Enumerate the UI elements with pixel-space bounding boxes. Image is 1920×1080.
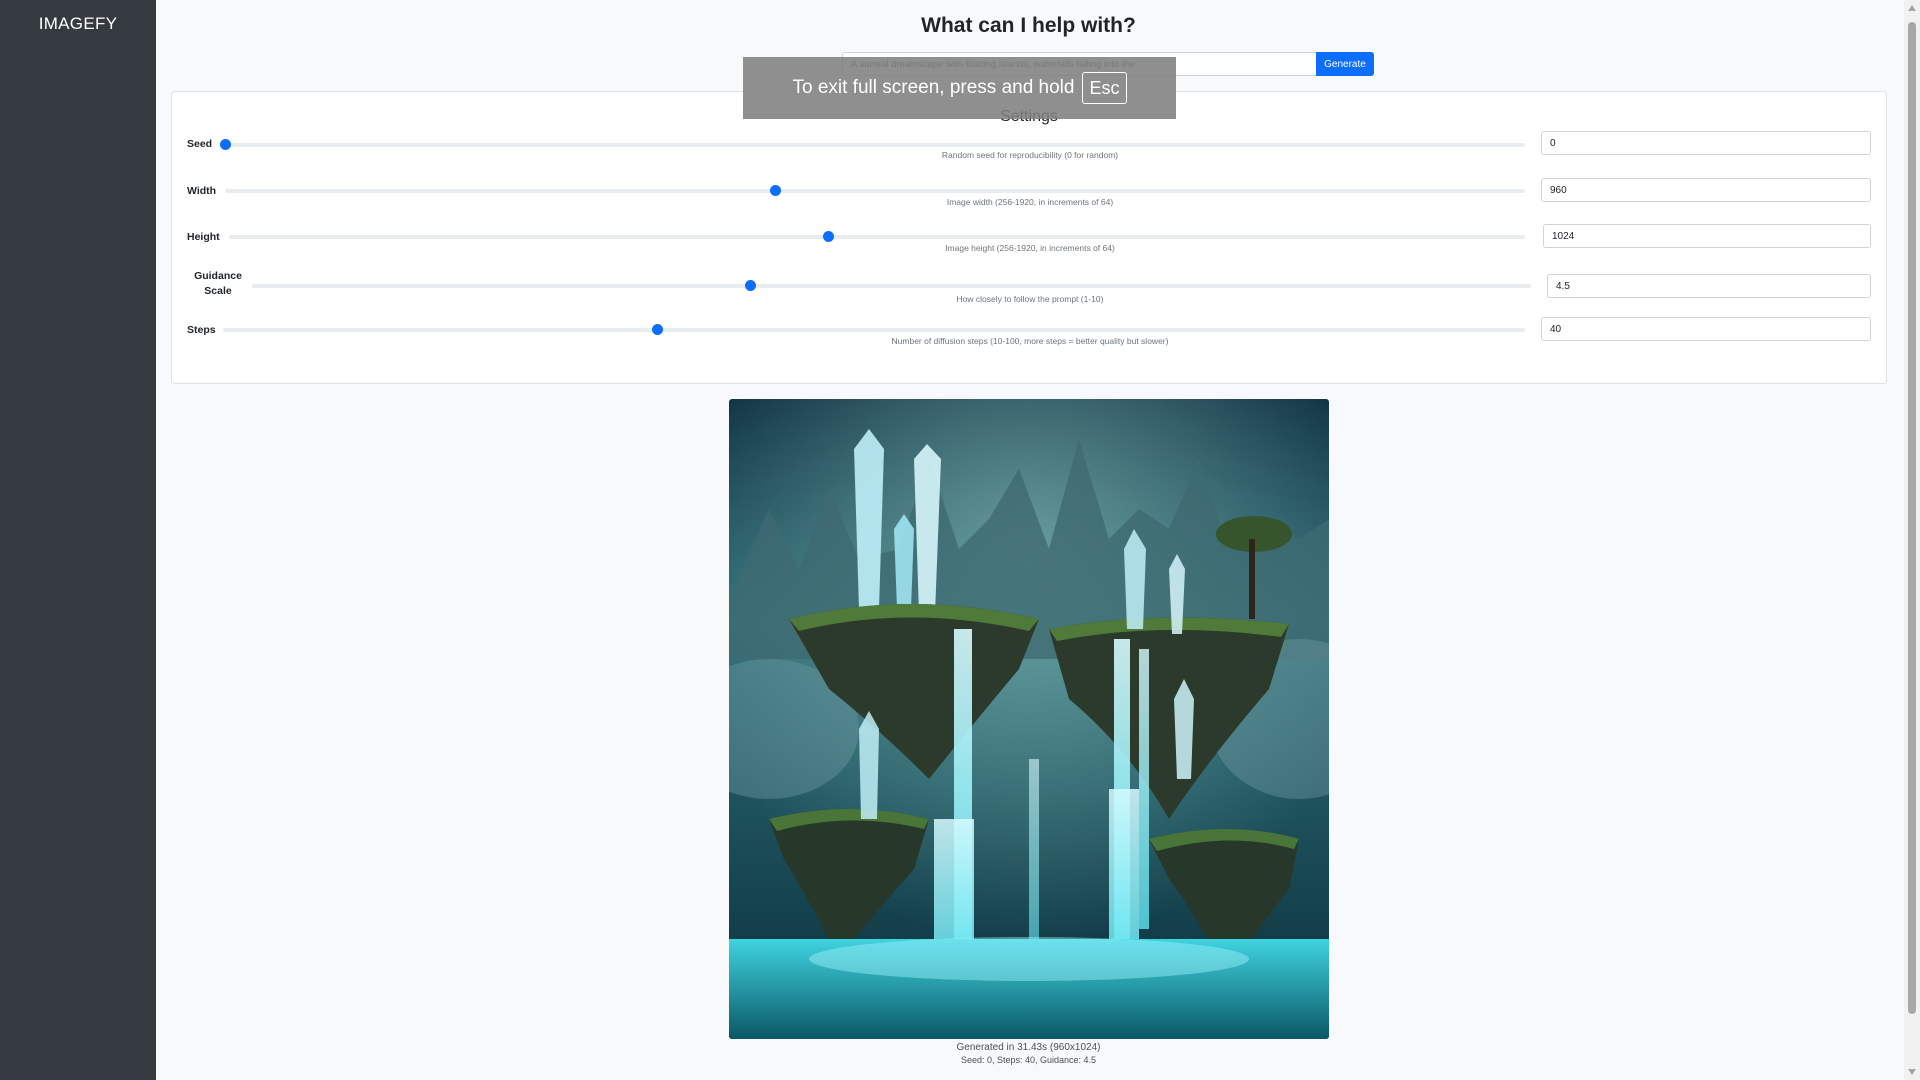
generate-button[interactable]: Generate	[1316, 52, 1374, 76]
seed-input[interactable]	[1541, 131, 1871, 155]
generated-image	[729, 399, 1329, 1039]
steps-setting: Steps Number of diffusion steps (10-100,…	[172, 317, 1886, 361]
width-setting: Width Image width (256-1920, in incremen…	[172, 178, 1886, 221]
page-scrollbar[interactable]	[1904, 0, 1920, 1080]
guidance-setting: Guidance Scale How closely to follow the…	[172, 269, 1886, 309]
brand-logo[interactable]: IMAGEFY	[0, 0, 156, 34]
width-slider-thumb[interactable]	[769, 185, 781, 196]
guidance-input[interactable]	[1547, 274, 1871, 298]
fullscreen-exit-notice: To exit full screen, press and hold Esc	[743, 57, 1176, 119]
seed-slider-thumb[interactable]	[220, 139, 231, 150]
height-slider[interactable]	[229, 231, 1525, 242]
fantasy-waterfall-artwork	[729, 399, 1329, 1039]
width-input[interactable]	[1541, 178, 1871, 202]
width-slider[interactable]	[225, 185, 1525, 196]
esc-key-badge: Esc	[1082, 72, 1127, 104]
height-slider-thumb[interactable]	[822, 231, 834, 242]
steps-slider-thumb[interactable]	[651, 324, 663, 335]
scrollbar-thumb[interactable]	[1908, 22, 1916, 1014]
guidance-slider[interactable]	[252, 280, 1531, 291]
sidebar: IMAGEFY	[0, 0, 156, 1080]
page-title: What can I help with?	[921, 14, 1136, 37]
settings-panel: Settings Seed Random seed for reproducib…	[171, 91, 1887, 384]
scroll-down-icon[interactable]	[1908, 1069, 1916, 1075]
height-setting: Height Image height (256-1920, in increm…	[172, 224, 1886, 268]
main-content: What can I help with? Generate Settings …	[156, 0, 1904, 1080]
steps-label: Steps	[187, 324, 216, 336]
seed-slider[interactable]	[220, 139, 1525, 150]
fullscreen-notice-text: To exit full screen, press and hold	[792, 77, 1075, 98]
generation-params: Seed: 0, Steps: 40, Guidance: 4.5	[960, 1055, 1097, 1065]
seed-setting: Seed Random seed for reproducibility (0 …	[172, 131, 1886, 175]
generation-info: Generated in 31.43s (960x1024)	[956, 1042, 1101, 1053]
guidance-slider-thumb[interactable]	[744, 280, 756, 291]
scroll-up-icon[interactable]	[1908, 5, 1916, 11]
guidance-label-line1: Guidance	[194, 270, 242, 282]
height-label: Height	[187, 231, 220, 243]
seed-label: Seed	[187, 138, 213, 150]
steps-slider[interactable]	[223, 324, 1525, 335]
width-label: Width	[187, 185, 217, 197]
steps-input[interactable]	[1541, 317, 1871, 341]
height-input[interactable]	[1543, 224, 1871, 248]
